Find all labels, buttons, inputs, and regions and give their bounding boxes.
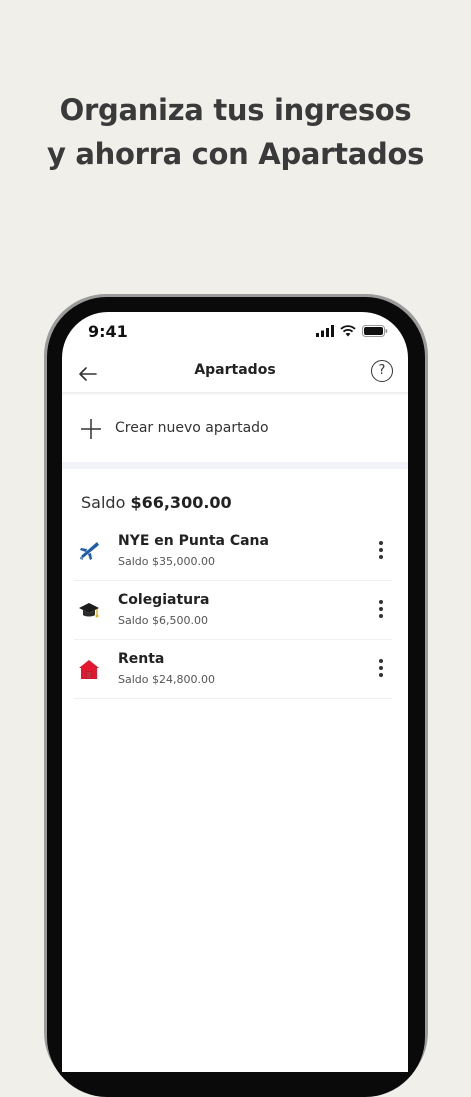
- item-balance: Saldo $35,000.00: [118, 555, 215, 568]
- more-options-icon[interactable]: [374, 538, 388, 564]
- item-name: Renta: [118, 651, 165, 667]
- item-balance: Saldo $24,800.00: [118, 673, 215, 686]
- wifi-icon: [340, 325, 356, 337]
- more-options-icon[interactable]: [374, 656, 388, 682]
- promo-headline: Organiza tus ingresos y ahorra con Apart…: [0, 88, 471, 176]
- item-name: Colegiatura: [118, 592, 210, 608]
- create-label: Crear nuevo apartado: [115, 420, 269, 436]
- total-balance: Saldo $66,300.00: [81, 493, 232, 512]
- list-item[interactable]: NYE en Punta Cana Saldo $35,000.00: [74, 522, 392, 581]
- plus-icon: [81, 419, 101, 439]
- battery-icon: [362, 325, 388, 337]
- section-separator: [62, 462, 408, 469]
- nav-divider: [62, 392, 408, 396]
- page-title: Apartados: [194, 362, 276, 378]
- status-icons: [316, 325, 388, 337]
- house-icon: [79, 660, 99, 679]
- nav-bar: Apartados ?: [62, 354, 408, 394]
- total-balance-amount: $66,300.00: [130, 493, 232, 512]
- graduation-cap-icon: [79, 603, 99, 618]
- phone-screen: 9:41 Apartados ? Crear nuevo apartado Sa…: [62, 312, 408, 1072]
- help-icon[interactable]: ?: [371, 360, 393, 382]
- more-options-icon[interactable]: [374, 597, 388, 623]
- status-time: 9:41: [88, 322, 128, 341]
- item-name: NYE en Punta Cana: [118, 533, 269, 549]
- signal-icon: [316, 325, 334, 337]
- create-new-apartado-button[interactable]: Crear nuevo apartado: [62, 408, 408, 456]
- airplane-icon: [80, 542, 99, 560]
- list-item[interactable]: Colegiatura Saldo $6,500.00: [74, 581, 392, 640]
- headline-line-1: Organiza tus ingresos: [59, 93, 412, 127]
- total-balance-label: Saldo: [81, 493, 126, 512]
- list-item[interactable]: Renta Saldo $24,800.00: [74, 640, 392, 699]
- item-balance: Saldo $6,500.00: [118, 614, 208, 627]
- headline-line-2: y ahorra con Apartados: [46, 137, 425, 171]
